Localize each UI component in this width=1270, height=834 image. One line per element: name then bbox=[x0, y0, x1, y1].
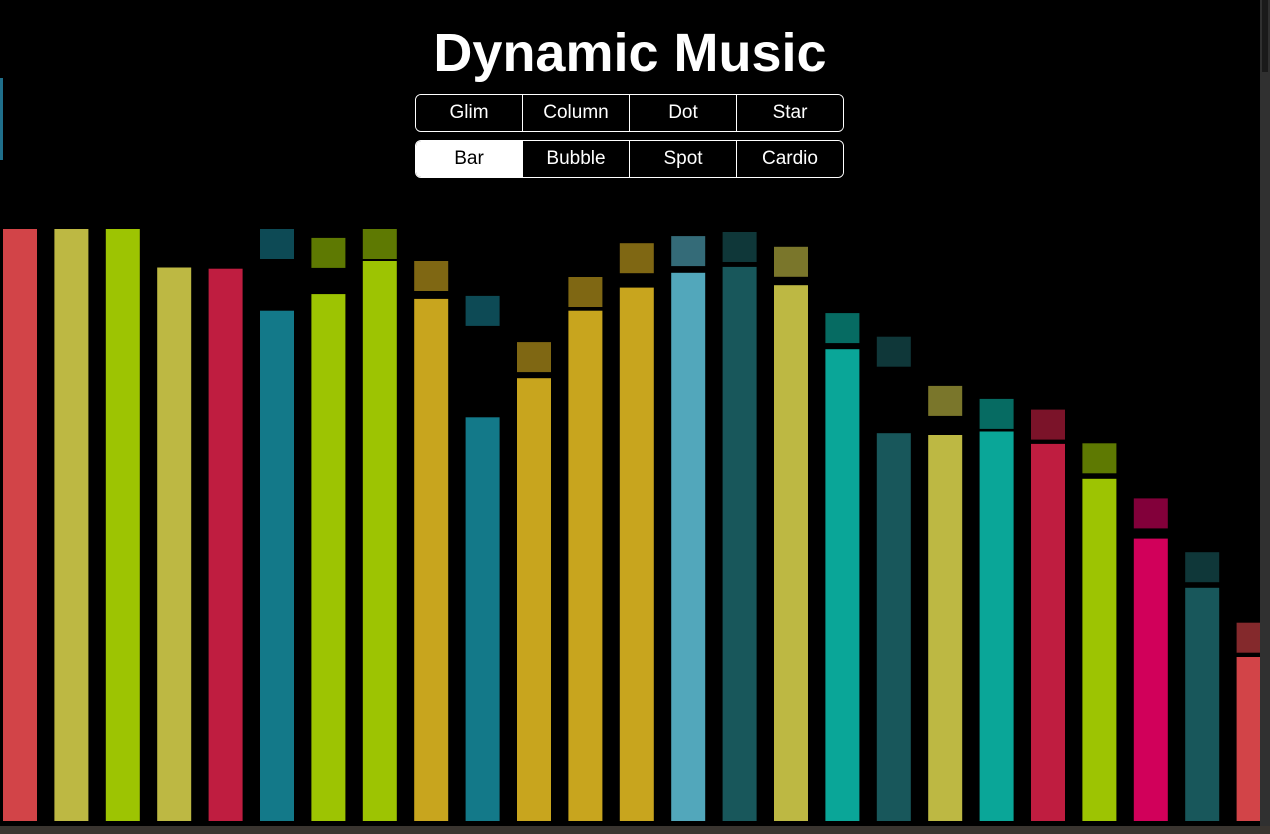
spectrum-bar bbox=[208, 268, 243, 821]
spectrum-bar-peak-cap bbox=[362, 229, 397, 259]
spectrum-bar-peak-cap bbox=[1082, 443, 1117, 474]
left-edge-accent bbox=[0, 78, 3, 160]
window-bottom-edge bbox=[0, 826, 1270, 834]
mode-button-bubble[interactable]: Bubble bbox=[523, 141, 630, 177]
mode-button-row-2: Bar Bubble Spot Cardio bbox=[415, 140, 844, 178]
spectrum-bar bbox=[465, 417, 500, 821]
spectrum-bar bbox=[825, 349, 860, 821]
spectrum-bar-peak-cap bbox=[619, 243, 654, 274]
spectrum-bar bbox=[671, 272, 706, 821]
mode-button-cardio[interactable]: Cardio bbox=[737, 141, 843, 177]
spectrum-bar bbox=[362, 261, 397, 821]
spectrum-bar bbox=[517, 378, 551, 821]
spectrum-bar bbox=[979, 431, 1014, 821]
spectrum-bar-peak-cap bbox=[928, 385, 963, 416]
spectrum-bar bbox=[54, 229, 89, 821]
scrollbar-thumb[interactable] bbox=[1262, 0, 1268, 72]
spectrum-bar bbox=[260, 310, 294, 821]
visualizer-app: Dynamic Music Glim Column Dot Star Bar B… bbox=[0, 0, 1260, 826]
spectrum-bar-peak-cap bbox=[722, 232, 757, 262]
spectrum-bar-peak-cap bbox=[311, 237, 346, 268]
spectrum-bar-peak-cap bbox=[1185, 552, 1220, 583]
spectrum-bar-peak-cap bbox=[774, 246, 808, 277]
spectrum-bar bbox=[774, 285, 808, 821]
spectrum-bar-peak-cap bbox=[517, 342, 551, 373]
page-title: Dynamic Music bbox=[433, 23, 827, 83]
spectrum-bar bbox=[3, 229, 37, 821]
mode-button-bar[interactable]: Bar bbox=[416, 141, 523, 177]
spectrum-bar-peak-cap bbox=[1031, 409, 1065, 440]
spectrum-bar-peak-cap bbox=[671, 236, 706, 267]
spectrum-bar bbox=[619, 287, 654, 822]
spectrum-bar bbox=[414, 298, 449, 821]
spectrum-bar bbox=[1133, 538, 1168, 821]
spectrum-bar-peak-cap bbox=[1236, 622, 1260, 653]
spectrum-bar bbox=[1236, 657, 1260, 821]
spectrum-bar bbox=[928, 435, 963, 821]
spectrum-bar-peak-cap bbox=[260, 229, 294, 259]
spectrum-bar bbox=[722, 266, 757, 821]
mode-button-row-1: Glim Column Dot Star bbox=[415, 94, 844, 132]
spectrum-bar bbox=[876, 433, 911, 821]
spectrum-bar bbox=[157, 267, 192, 821]
spectrum-bar-peak-cap bbox=[568, 277, 603, 307]
spectrum-bar-peak-cap bbox=[876, 336, 911, 367]
spectrum-bar bbox=[311, 294, 346, 822]
spectrum-bar bbox=[568, 310, 603, 821]
spectrum-bar-peak-cap bbox=[465, 295, 500, 326]
spectrum-bar-peak-cap bbox=[979, 398, 1014, 429]
spectrum-bar bbox=[1185, 587, 1220, 821]
spectrum-bar bbox=[105, 229, 140, 821]
spectrum-bar-peak-cap bbox=[825, 313, 860, 344]
mode-button-spot[interactable]: Spot bbox=[630, 141, 737, 177]
mode-button-dot[interactable]: Dot bbox=[630, 95, 737, 131]
spectrum-bar bbox=[1082, 478, 1117, 821]
spectrum-bar-peak-cap bbox=[414, 261, 449, 291]
mode-button-column[interactable]: Column bbox=[523, 95, 630, 131]
mode-button-glim[interactable]: Glim bbox=[416, 95, 523, 131]
spectrum-bar bbox=[1031, 443, 1065, 821]
spectrum-bar-peak-cap bbox=[1133, 498, 1168, 529]
window-right-gutter bbox=[1260, 0, 1270, 834]
mode-button-star[interactable]: Star bbox=[737, 95, 843, 131]
